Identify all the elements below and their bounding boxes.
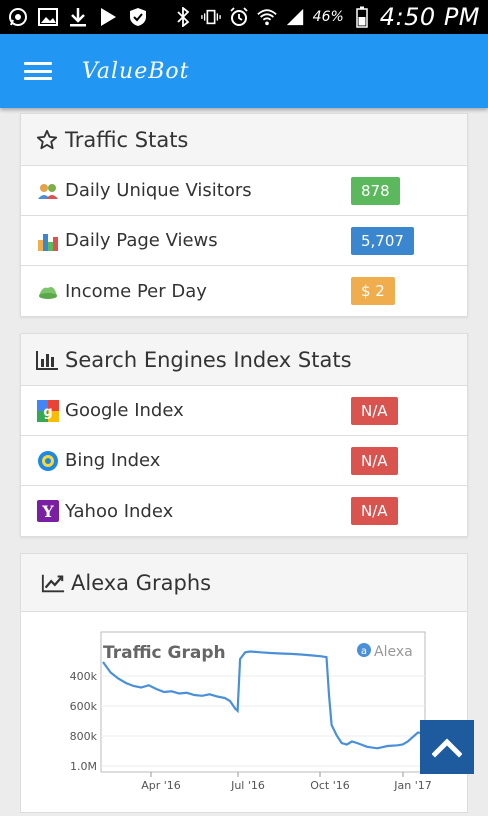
menu-icon[interactable] [24,60,52,82]
line-chart-icon [41,571,65,595]
y-tick-label: 400k [70,670,98,683]
traffic-graph-svg: Traffic Graph a Alexa 400k 600k 800k 1.0M A… [70,631,432,792]
index-row-google: g Google Index N/A [21,386,467,436]
play-store-icon [98,7,118,27]
index-label: Google Index [65,400,184,421]
yahoo-icon: Y [37,500,59,522]
bar-chart-icon [35,348,59,372]
chevron-up-icon [432,738,462,758]
card-title: Search Engines Index Stats [65,347,352,372]
svg-text:Y: Y [41,502,54,521]
card-title: Traffic Stats [65,127,189,152]
notification-icons [8,7,148,27]
yahoo-badge: N/A [351,497,398,525]
x-axis: Apr '16 Jul '16 Oct '16 Jan '17 [141,772,432,792]
index-label: Yahoo Index [65,500,174,522]
money-icon [37,280,59,302]
svg-text:g: g [43,405,52,420]
visitors-icon [37,180,59,202]
traffic-stats-card: Traffic Stats Daily Unique Visitors 878 … [20,113,468,317]
google-icon: g [37,399,59,422]
traffic-graph: Traffic Graph a Alexa 400k 600k 800k 1.0M A… [21,612,469,812]
google-badge: N/A [351,396,398,425]
y-tick-label: 1.0M [70,760,97,773]
income-badge: $ 2 [351,277,395,305]
index-label: Bing Index [65,450,161,471]
x-tick-label: Apr '16 [141,779,181,792]
bing-badge: N/A [351,446,398,475]
stat-label: Daily Page Views [65,230,218,251]
page-views-badge: 5,707 [351,226,414,255]
signal-icon [285,7,305,27]
bar-chart-icon [37,230,59,252]
stat-row-page-views: Daily Page Views 5,707 [21,216,467,266]
clock: 4:50 PM [379,3,480,31]
search-index-card: Search Engines Index Stats g Google Inde… [20,333,468,537]
alexa-logo-letter: a [361,646,367,657]
app-title: ValueBot [82,58,190,84]
x-tick-label: Jul '16 [230,779,265,792]
y-axis: 400k 600k 800k 1.0M [70,670,98,773]
card-header: Alexa Graphs [21,554,467,612]
index-row-bing: Bing Index N/A [21,436,467,486]
visitors-badge: 878 [351,176,400,205]
index-row-yahoo: Y Yahoo Index N/A [21,486,467,536]
alarm-icon [229,7,249,27]
x-tick-label: Oct '16 [310,779,350,792]
app-bar: ValueBot [0,34,488,108]
alexa-graphs-card: Alexa Graphs Traffic Graph a Alexa 400k 6… [20,553,468,813]
battery-percent: 46% [312,9,344,25]
system-icons: 46% 4:50 PM [173,3,480,31]
y-tick-label: 600k [70,700,98,713]
scroll-top-button[interactable] [420,720,474,774]
shield-icon [128,7,148,27]
y-tick-label: 800k [70,730,98,743]
status-bar: 46% 4:50 PM [0,0,488,34]
stat-label: Income Per Day [65,280,207,302]
stat-row-income: Income Per Day $ 2 [21,266,467,316]
card-header: Traffic Stats [21,114,467,166]
star-icon [35,128,59,152]
battery-icon [352,6,372,28]
stat-row-visitors: Daily Unique Visitors 878 [21,166,467,216]
card-header: Search Engines Index Stats [21,334,467,386]
chart-title: Traffic Graph [103,643,226,663]
stat-label: Daily Unique Visitors [65,180,252,201]
whatsapp-icon [8,7,28,27]
download-icon [68,7,88,27]
card-title: Alexa Graphs [71,570,212,595]
image-icon [38,7,58,27]
wifi-icon [256,7,277,27]
vibrate-icon [200,7,221,27]
chart-brand: Alexa [374,644,413,660]
bluetooth-icon [173,7,193,27]
bing-icon [37,450,59,472]
x-tick-label: Jan '17 [393,779,431,792]
